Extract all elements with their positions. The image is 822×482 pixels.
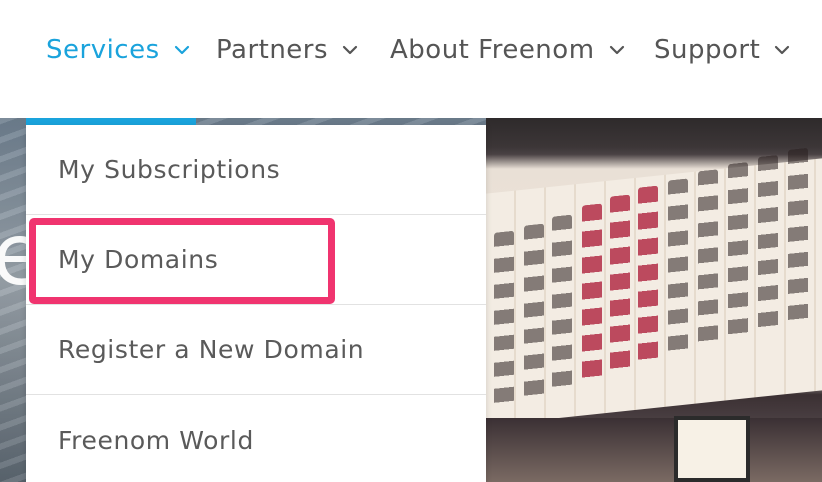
- chevron-down-icon: [342, 42, 358, 58]
- nav-partners[interactable]: Partners: [216, 30, 358, 70]
- nav-about-label: About Freenom: [390, 35, 595, 65]
- chevron-down-icon: [774, 42, 790, 58]
- menu-item-label: Register a New Domain: [58, 335, 365, 364]
- nav-support[interactable]: Support: [654, 30, 790, 70]
- services-dropdown-menu: My Subscriptions My Domains Register a N…: [26, 125, 486, 482]
- menu-item-label: My Domains: [58, 245, 219, 274]
- active-menu-indicator: [26, 118, 196, 125]
- menu-item-my-subscriptions[interactable]: My Subscriptions: [26, 125, 486, 215]
- menu-item-my-domains[interactable]: My Domains: [26, 215, 486, 305]
- menu-item-register-new-domain[interactable]: Register a New Domain: [26, 305, 486, 395]
- hero-menu-board: [674, 416, 750, 482]
- menu-item-label: My Subscriptions: [58, 155, 281, 184]
- nav-support-label: Support: [654, 35, 761, 65]
- hero-food-stall: [486, 418, 822, 482]
- menu-item-label: Freenom World: [58, 425, 254, 455]
- nav-about-freenom[interactable]: About Freenom: [390, 30, 625, 70]
- nav-services-label: Services: [46, 35, 160, 65]
- top-navigation: Services Partners About Freenom Support: [0, 0, 822, 118]
- menu-item-freenom-world[interactable]: Freenom World: [26, 395, 486, 482]
- chevron-down-icon: [174, 42, 190, 58]
- hero-sign-board: [486, 147, 822, 426]
- hero-image-right: [486, 118, 822, 482]
- nav-services[interactable]: Services: [46, 30, 190, 70]
- chevron-down-icon: [609, 42, 625, 58]
- nav-partners-label: Partners: [216, 35, 329, 65]
- page: e Services Partners About Freenom Suppor…: [0, 0, 822, 482]
